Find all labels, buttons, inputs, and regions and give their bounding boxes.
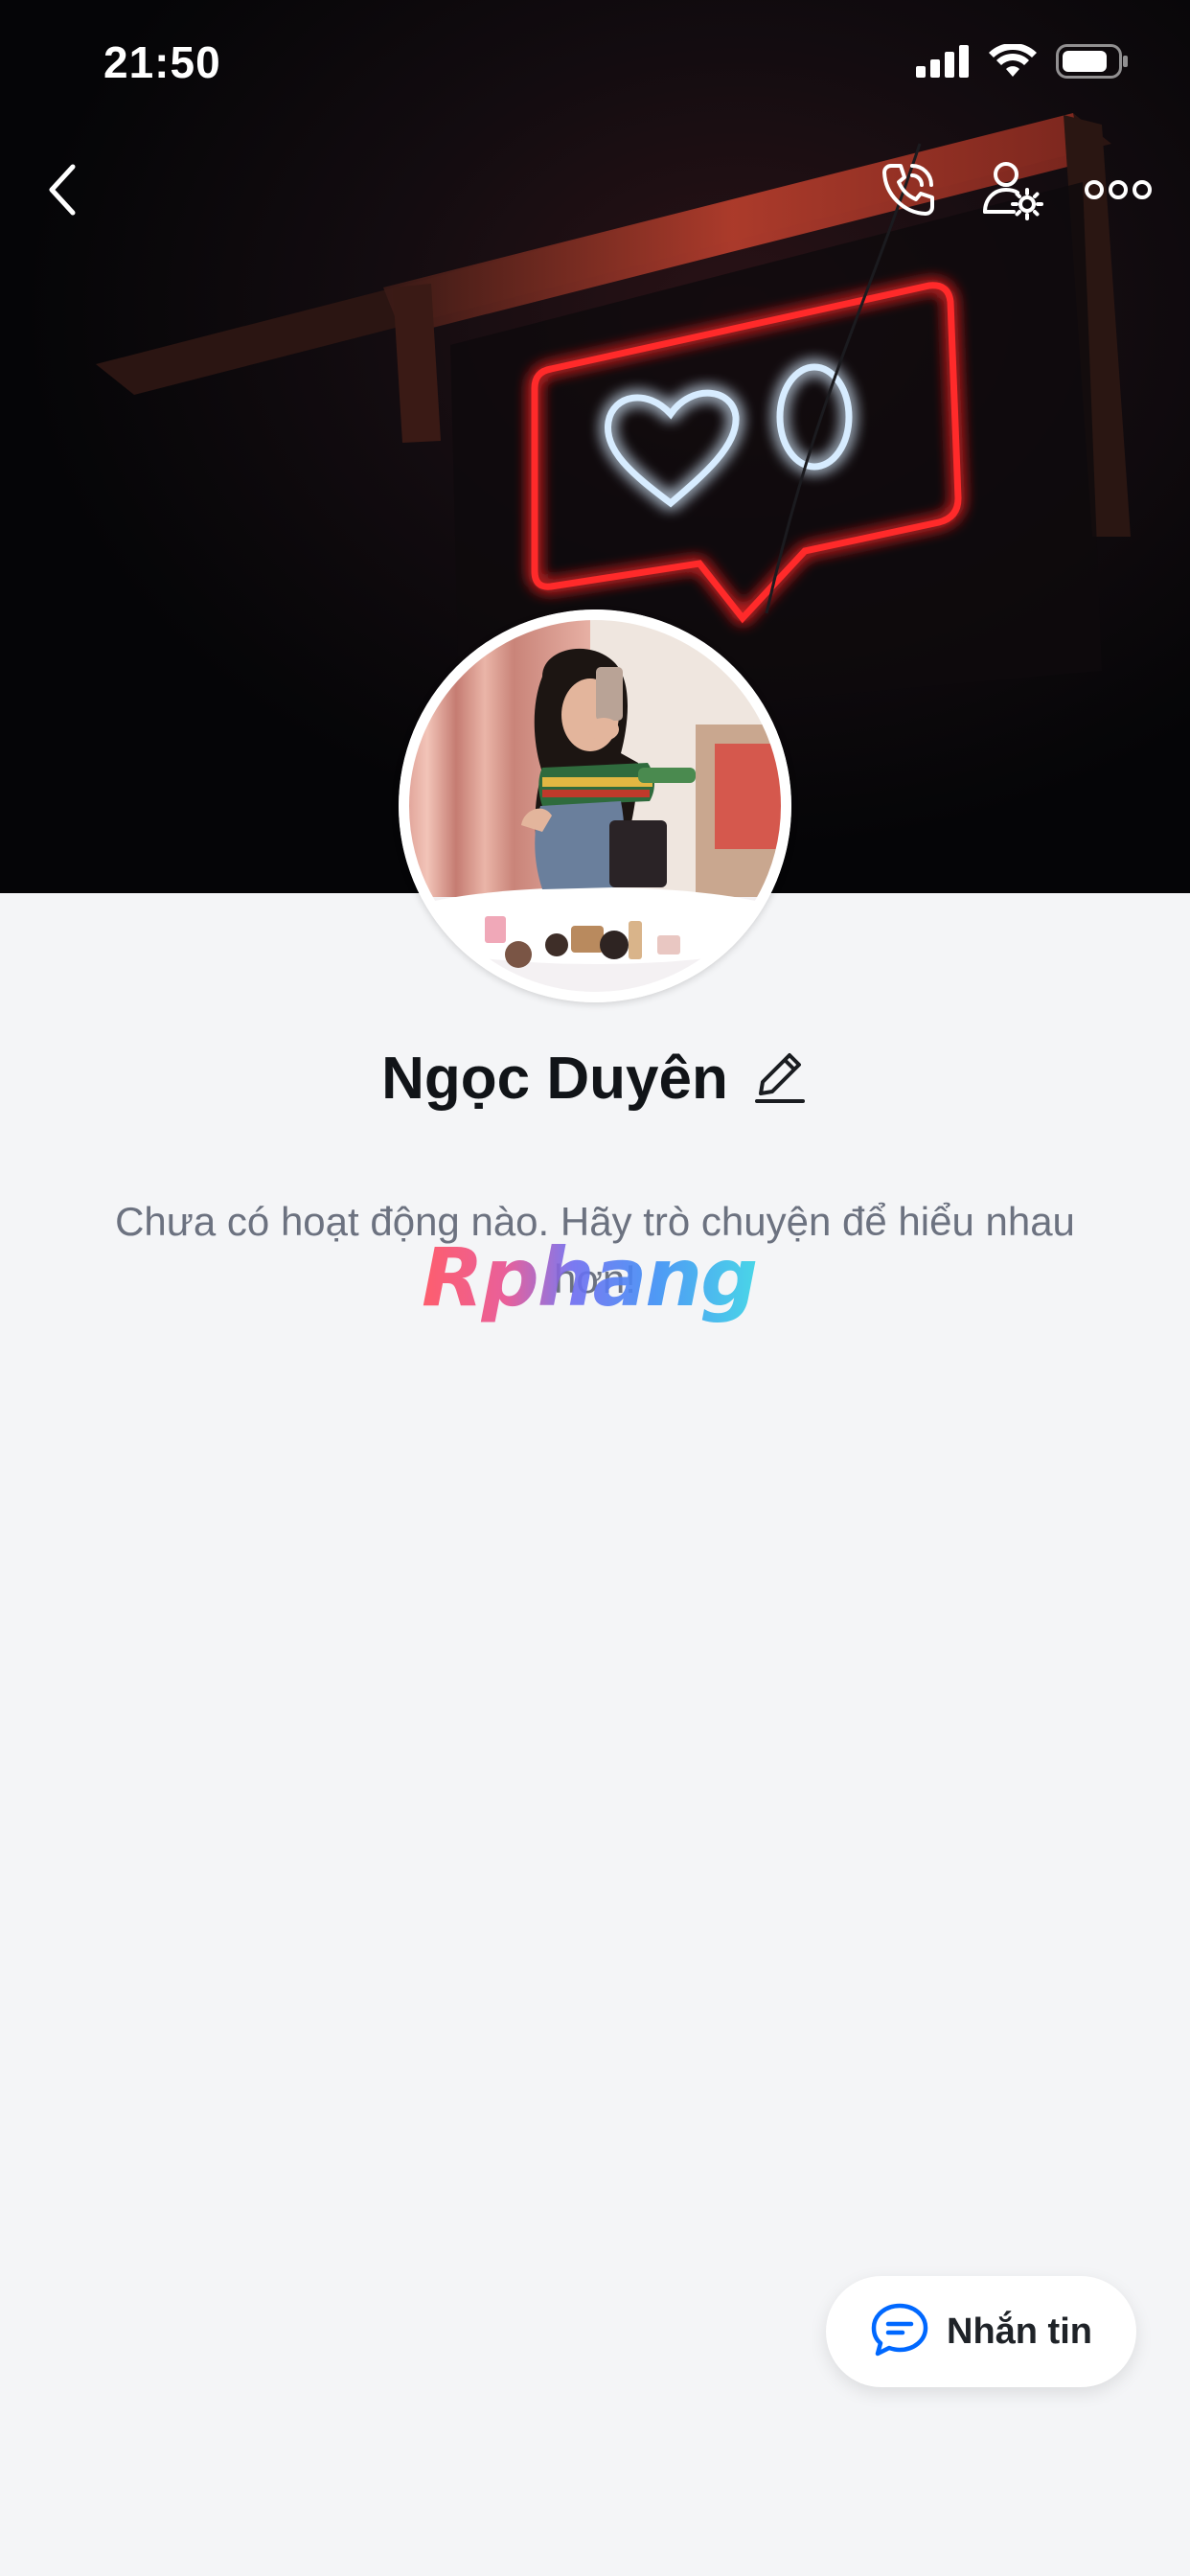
watermark-logo: Rphang [418,1236,782,1332]
status-time: 21:50 [103,37,221,87]
header-actions [855,153,1171,230]
chevron-left-icon [46,163,79,221]
status-icons [916,42,1129,83]
signal-icon [916,45,970,82]
back-button[interactable] [29,153,96,230]
profile-screen: 21:50 Ngọc Duyên Chưa có hoạt động nào. … [0,0,1190,2576]
edit-name-button[interactable] [751,1046,809,1113]
call-button[interactable] [855,153,960,230]
more-options-button[interactable] [1065,153,1171,230]
phone-icon [878,160,937,224]
user-settings-icon [981,158,1044,226]
battery-icon [1056,44,1129,83]
chat-bubble-icon [870,2302,929,2362]
pencil-icon [753,1047,807,1110]
profile-name: Ngọc Duyên [381,1046,728,1112]
avatar[interactable] [399,610,791,1002]
more-icon [1085,178,1152,206]
send-message-button[interactable]: Nhắn tin [826,2276,1136,2387]
profile-settings-button[interactable] [960,153,1065,230]
avatar-photo [399,610,791,1002]
send-message-label: Nhắn tin [947,2311,1092,2352]
svg-text:Rphang: Rphang [422,1236,756,1324]
status-bar: 21:50 [0,0,1190,125]
wifi-icon [989,42,1037,83]
profile-name-row: Ngọc Duyên [0,1045,1190,1113]
